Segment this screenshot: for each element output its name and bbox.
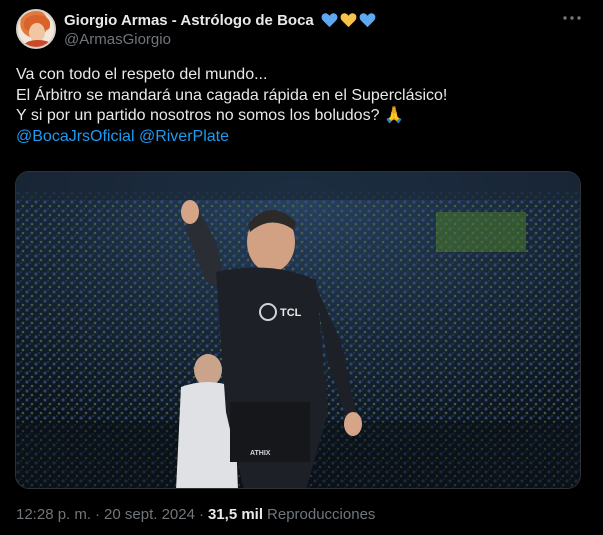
- blue-heart-icon: [359, 13, 376, 28]
- sponsor-text: TCL: [280, 307, 302, 319]
- tweet-line-2: El Árbitro se mandará una cagada rápida …: [16, 86, 448, 104]
- tweet-meta: 12:28 p. m. · 20 sept. 2024 · 31,5 mil R…: [16, 506, 375, 523]
- meta-separator: ·: [198, 506, 204, 523]
- avatar[interactable]: [16, 9, 56, 49]
- pray-emoji: 🙏: [383, 107, 404, 124]
- tweet-time[interactable]: 12:28 p. m.: [16, 506, 91, 523]
- blue-heart-icon: [321, 13, 338, 28]
- author-display-name[interactable]: Giorgio Armas - Astrólogo de Boca: [64, 12, 314, 29]
- tweet-line-3-text: Y si por un partido nosotros no somos lo…: [16, 107, 380, 124]
- mention-river[interactable]: @RiverPlate: [139, 128, 229, 145]
- kit-brand-text: ATHIX: [250, 450, 271, 457]
- tweet-mentions: @BocaJrsOficial @RiverPlate: [16, 127, 591, 148]
- meta-separator: ·: [95, 506, 101, 523]
- tweet-card: Giorgio Armas - Astrólogo de Boca @Armas…: [0, 0, 603, 535]
- tweet-line-3: Y si por un partido nosotros no somos lo…: [16, 106, 591, 127]
- hearts-emoji: [321, 12, 376, 28]
- author-handle[interactable]: @ArmasGiorgio: [64, 31, 171, 48]
- referee-photo: TCL ATHIX: [16, 172, 580, 488]
- tweet-text: Va con todo el respeto del mundo... El Á…: [16, 65, 591, 147]
- tweet-date[interactable]: 20 sept. 2024: [104, 506, 195, 523]
- yellow-heart-icon: [340, 13, 357, 28]
- tweet-line-1: Va con todo el respeto del mundo...: [16, 66, 268, 83]
- author-name-row: Giorgio Armas - Astrólogo de Boca: [64, 10, 376, 30]
- mention-boca[interactable]: @BocaJrsOficial: [16, 128, 135, 145]
- more-dots-icon[interactable]: [562, 8, 582, 28]
- views-label: Reproducciones: [267, 506, 376, 523]
- tweet-image[interactable]: TCL ATHIX: [15, 171, 581, 489]
- views-count: 31,5 mil: [207, 506, 264, 523]
